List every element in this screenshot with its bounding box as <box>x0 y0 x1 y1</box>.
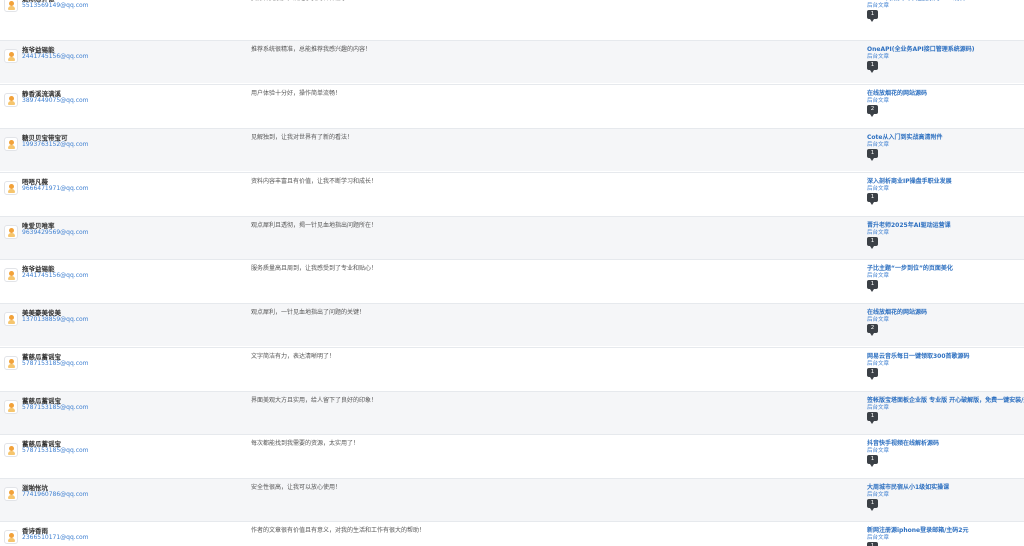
comment-row: 魅际思钟德5513569149@qq.com资源种类繁多，满足了我的各种需求！H… <box>0 0 1024 32</box>
post-type-link[interactable]: 后台文章 <box>867 228 889 236</box>
author-email: 2441745156@qq.com <box>22 53 89 60</box>
comment-row: 拖爷益锡能 2441745156@qq.com 推荐系统很精准，总能推荐我感兴趣的内… <box>0 40 1024 83</box>
comment-content: 用户体验十分好，操作简单流畅！ <box>251 90 342 97</box>
comment-count-badge[interactable]: 1 <box>867 193 878 205</box>
comment-count-badge[interactable]: 1 <box>867 499 878 511</box>
comment-content: 资源种类繁多，满足了我的各种需求！ <box>251 0 353 2</box>
comment-row: 唔唔凡薇 9666471971@qq.com 资料内容丰富且有价值，让我不断学习和成… <box>0 172 1024 215</box>
comment-count-badge[interactable]: 1 <box>867 368 878 380</box>
author-email: 2366510171@qq.com <box>22 534 89 541</box>
post-type-link[interactable]: 后台文章 <box>867 1 889 9</box>
comment-count-badge[interactable]: 1 <box>867 542 878 546</box>
comment-row: 香诗香雨 2366510171@qq.com 作者的文章很有价值且有意义，对我的生活… <box>0 521 1024 546</box>
post-type-link[interactable]: 后台文章 <box>867 184 889 192</box>
post-title-link[interactable]: 签帐版宝塔面板企业版 专业版 开心破解版，免费一键安装/升级 <box>867 395 1024 404</box>
avatar <box>4 49 18 63</box>
post-type-link[interactable]: 后台文章 <box>867 403 889 411</box>
comment-count-badge[interactable]: 1 <box>867 10 878 22</box>
comment-list: 魅际思钟德5513569149@qq.com资源种类繁多，满足了我的各种需求！H… <box>0 0 1024 546</box>
author-email: 3897449075@qq.com <box>22 97 89 104</box>
comment-content: 观点犀利且透彻，揭一针见血地指出问题所在！ <box>251 222 378 229</box>
comment-content: 作者的文章很有价值且有意义，对我的生活和工作有很大的帮助！ <box>251 527 426 534</box>
avatar <box>4 181 18 195</box>
comment-count-badge[interactable]: 1 <box>867 412 878 424</box>
comment-row: 蓄慈瓜蓄谣宝 5787153185@qq.com 文字简洁有力，表达清晰明了！ 网易云… <box>0 347 1024 390</box>
avatar <box>4 268 18 282</box>
post-type-link[interactable]: 后台文章 <box>867 315 889 323</box>
post-type-link[interactable]: 后台文章 <box>867 96 889 104</box>
comment-row: 拖爷益锡能 2441745156@qq.com 服务质量高且周到，让我感受到了专业和… <box>0 259 1024 302</box>
avatar <box>4 443 18 457</box>
comment-content: 界面美观大方且实用，给人留下了良好的印象！ <box>251 397 378 404</box>
author-email: 1993763152@qq.com <box>22 141 89 148</box>
comment-content: 每次都能找到我需要的资源，太实用了！ <box>251 440 360 447</box>
comment-count-badge[interactable]: 2 <box>867 105 878 117</box>
comment-count-badge[interactable]: 1 <box>867 280 878 292</box>
comment-row: 唯爱贝唯率 9639429569@qq.com 观点犀利且透彻，揭一针见血地指出问题… <box>0 216 1024 259</box>
avatar <box>4 0 18 12</box>
comment-row: 滋啪怅坑 7741960786@qq.com 安全性很高，让我可以放心使用！ 大周城市… <box>0 478 1024 521</box>
author-email: 9639429569@qq.com <box>22 229 89 236</box>
author-email: 9666471971@qq.com <box>22 185 89 192</box>
avatar <box>4 356 18 370</box>
avatar <box>4 137 18 151</box>
comment-row: 糖贝贝宝带宝可 1993763152@qq.com 见解独到，让我对世界有了新的看法… <box>0 128 1024 171</box>
post-type-link[interactable]: 后台文章 <box>867 446 889 454</box>
post-type-link[interactable]: 后台文章 <box>867 140 889 148</box>
post-type-link[interactable]: 后台文章 <box>867 271 889 279</box>
avatar <box>4 487 18 501</box>
avatar <box>4 312 18 326</box>
author-email: 5787153185@qq.com <box>22 447 89 454</box>
comment-content: 推荐系统很精准，总能推荐我感兴趣的内容！ <box>251 46 372 53</box>
comment-row: 美美豪美俊美 1370138859@qq.com 观点犀利，一针见血地指出了问题的关… <box>0 303 1024 346</box>
comment-count-badge[interactable]: 2 <box>867 324 878 336</box>
author-email: 7741960786@qq.com <box>22 491 89 498</box>
author-email: 5513569149@qq.com <box>22 2 89 9</box>
avatar <box>4 400 18 414</box>
comment-count-badge[interactable]: 1 <box>867 149 878 161</box>
comment-count-badge[interactable]: 1 <box>867 61 878 73</box>
avatar <box>4 93 18 107</box>
comment-count-badge[interactable]: 1 <box>867 237 878 249</box>
post-type-link[interactable]: 后台文章 <box>867 52 889 60</box>
avatar <box>4 530 18 544</box>
author-email: 5787153185@qq.com <box>22 404 89 411</box>
comment-content: 服务质量高且周到，让我感受到了专业和贴心！ <box>251 265 378 272</box>
comment-row: 蓄慈瓜蓄谣宝 5787153185@qq.com 每次都能找到我需要的资源，太实用了… <box>0 434 1024 477</box>
avatar <box>4 225 18 239</box>
comment-content: 观点犀利，一针见血地指出了问题的关键！ <box>251 309 366 316</box>
comment-count-badge[interactable]: 1 <box>867 455 878 467</box>
author-email: 2441745156@qq.com <box>22 272 89 279</box>
post-type-link[interactable]: 后台文章 <box>867 359 889 367</box>
post-type-link[interactable]: 后台文章 <box>867 533 889 541</box>
comment-content: 资料内容丰富且有价值，让我不断学习和成长！ <box>251 178 378 185</box>
comment-content: 安全性很高，让我可以放心使用！ <box>251 484 342 491</box>
comment-content: 文字简洁有力，表达清晰明了！ <box>251 353 336 360</box>
author-email: 1370138859@qq.com <box>22 316 89 323</box>
comment-content: 见解独到，让我对世界有了新的看法！ <box>251 134 354 141</box>
comment-row: 静香溪流满溪 3897449075@qq.com 用户体验十分好，操作简单流畅！ 在线… <box>0 84 1024 127</box>
author-email: 5787153185@qq.com <box>22 360 89 367</box>
comment-row: 蓄慈瓜蓄谣宝 5787153185@qq.com 界面美观大方且实用，给人留下了良好… <box>0 391 1024 434</box>
post-type-link[interactable]: 后台文章 <box>867 490 889 498</box>
